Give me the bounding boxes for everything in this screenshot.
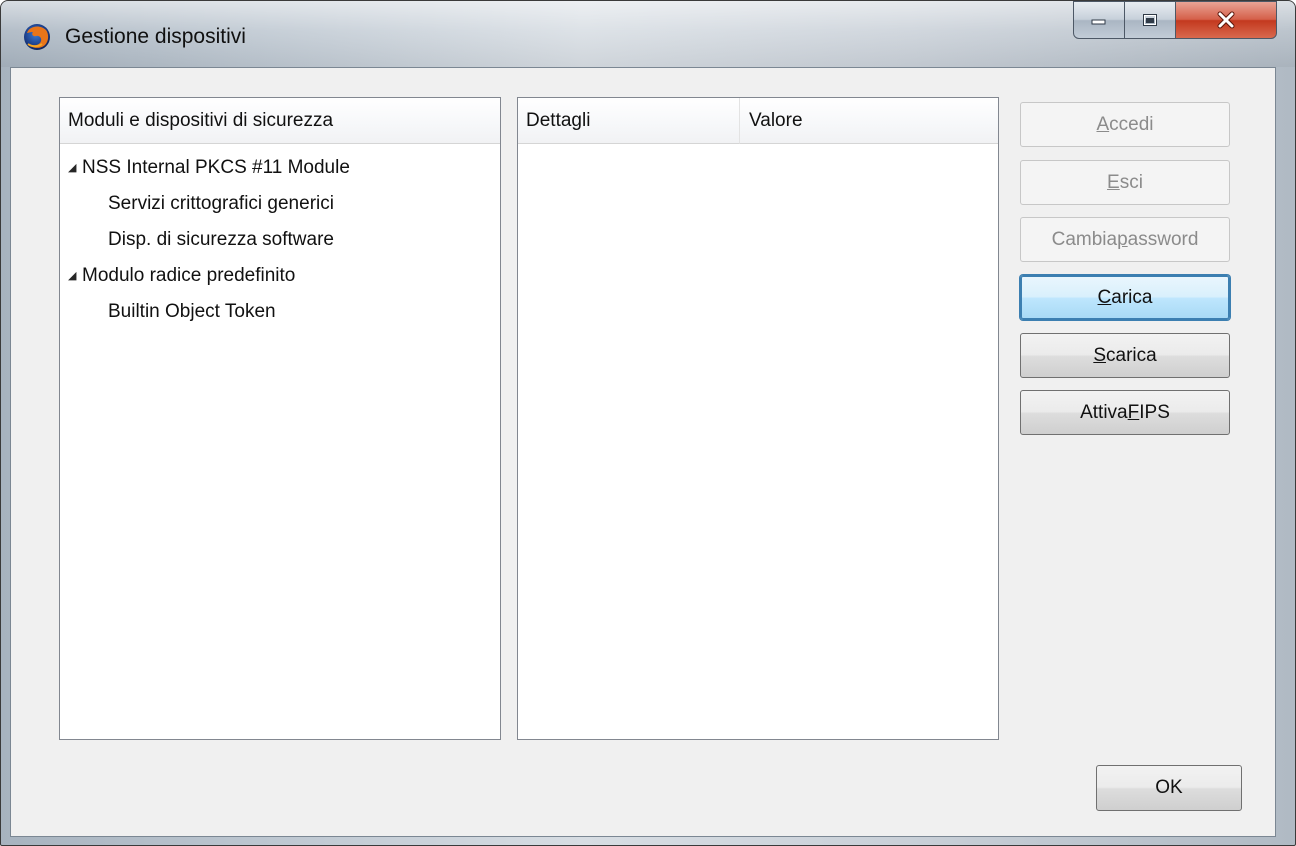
security-modules-tree[interactable]: Moduli e dispositivi di sicurezza ◢ NSS I… xyxy=(59,97,501,740)
tree-item-label: Servizi crittografici generici xyxy=(108,193,334,214)
button-label: assword xyxy=(1127,228,1199,250)
tree-item-label: Disp. di sicurezza software xyxy=(108,229,334,250)
button-accel: C xyxy=(1097,286,1112,308)
tree-item-software-security-device[interactable]: Disp. di sicurezza software xyxy=(60,222,334,258)
device-manager-window: Gestione dispositivi Moduli e dispositiv… xyxy=(0,0,1296,846)
button-accel: F xyxy=(1127,401,1140,423)
button-accel: S xyxy=(1093,344,1106,366)
minimize-icon xyxy=(1091,19,1106,25)
unload-button[interactable]: Scarica xyxy=(1020,333,1230,378)
details-column-header[interactable]: Dettagli xyxy=(518,98,740,144)
button-label: ccedi xyxy=(1109,113,1154,135)
button-label: Cambia xyxy=(1051,228,1118,250)
tree-item-label: Builtin Object Token xyxy=(108,301,276,322)
close-icon xyxy=(1217,11,1235,29)
button-label: arica xyxy=(1111,286,1153,308)
button-label: Attiva xyxy=(1080,401,1128,423)
change-password-button[interactable]: Cambia p assword xyxy=(1020,217,1230,262)
tree-item-label: NSS Internal PKCS #11 Module xyxy=(82,157,350,178)
close-button[interactable] xyxy=(1175,1,1277,39)
tree-item-label: Modulo radice predefinito xyxy=(82,265,296,286)
caption-buttons xyxy=(1073,1,1277,41)
tree-item-builtin-roots-module[interactable]: ◢ Modulo radice predefinito xyxy=(60,258,295,294)
button-label: IPS xyxy=(1139,401,1170,423)
load-button[interactable]: Carica xyxy=(1020,275,1230,320)
tree-item-nss-internal-module[interactable]: ◢ NSS Internal PKCS #11 Module xyxy=(60,150,350,186)
button-label: sci xyxy=(1119,171,1143,193)
ok-button[interactable]: OK xyxy=(1096,765,1242,811)
button-label: carica xyxy=(1106,344,1157,366)
tree-item-generic-crypto-services[interactable]: Servizi crittografici generici xyxy=(60,186,334,222)
button-accel: p xyxy=(1117,228,1128,250)
expanded-triangle-icon[interactable]: ◢ xyxy=(68,258,82,294)
minimize-button[interactable] xyxy=(1073,1,1125,39)
expanded-triangle-icon[interactable]: ◢ xyxy=(68,150,82,186)
button-accel: E xyxy=(1107,171,1120,193)
button-accel: A xyxy=(1096,113,1110,135)
details-table[interactable]: Dettagli Valore xyxy=(517,97,999,740)
dialog-client-area: Moduli e dispositivi di sicurezza ◢ NSS I… xyxy=(10,67,1276,837)
tree-item-builtin-object-token[interactable]: Builtin Object Token xyxy=(60,294,276,330)
tree-column-header[interactable]: Moduli e dispositivi di sicurezza xyxy=(60,98,500,144)
maximize-icon xyxy=(1143,14,1157,26)
value-column-header[interactable]: Valore xyxy=(740,98,998,144)
title-bar[interactable]: Gestione dispositivi xyxy=(1,1,1295,67)
maximize-button[interactable] xyxy=(1124,1,1176,39)
window-title: Gestione dispositivi xyxy=(65,25,246,48)
logout-button[interactable]: Esci xyxy=(1020,160,1230,205)
button-label: OK xyxy=(1155,777,1183,798)
firefox-icon xyxy=(24,24,50,50)
login-button[interactable]: Accedi xyxy=(1020,102,1230,147)
enable-fips-button[interactable]: Attiva F IPS xyxy=(1020,390,1230,435)
